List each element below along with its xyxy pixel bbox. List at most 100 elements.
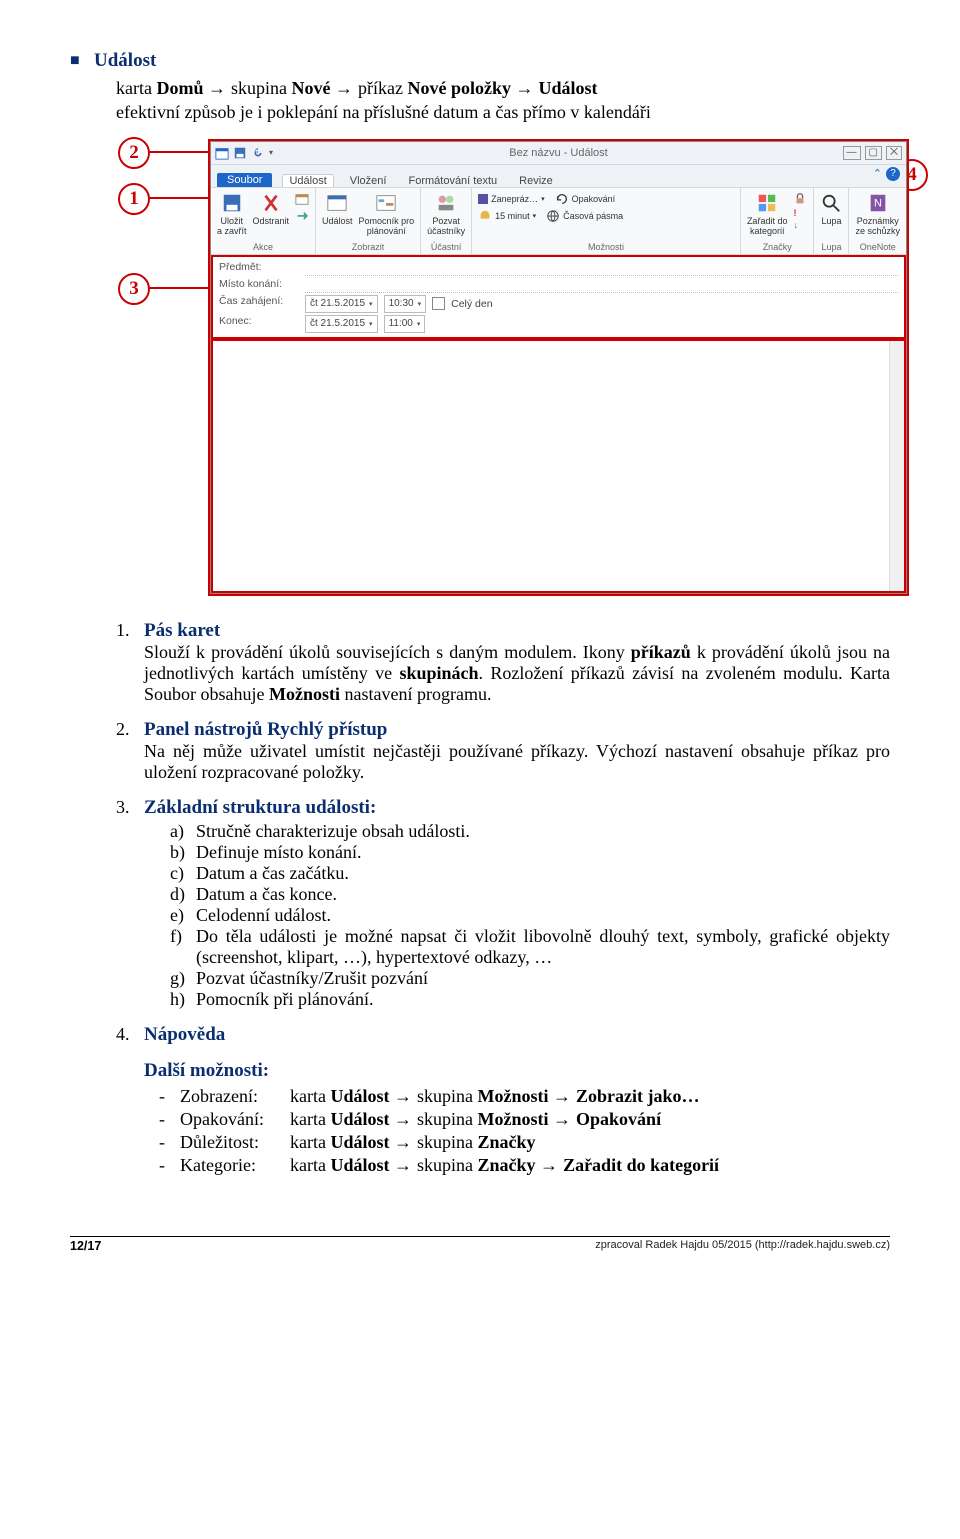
timezones-button[interactable]: Časová pásma [546,209,623,223]
callout-line [148,287,210,289]
ribbon: Uložit a zavřít Odstranit Akce [211,187,906,255]
callout-1: 1 [118,183,150,215]
save-close-button[interactable]: Uložit a zavřít [217,192,247,236]
bullet-icon: ■ [70,50,94,70]
t: Zařadit do kategorií [563,1155,719,1175]
window-title: Bez názvu - Událost [509,147,607,159]
p: Na něj může uživatel umístit nejčastěji … [144,741,890,782]
group-label: Akce [253,242,273,252]
start-time-input[interactable]: 10:30▾ [384,295,427,313]
group-moznosti: Zanepráz…▾ Opakování 15 minut▾ Časová pá… [472,188,741,254]
categorize-button[interactable]: Zařadit do kategorií [747,192,788,236]
tab-file[interactable]: Soubor [217,173,272,187]
calendar-button[interactable] [295,192,309,206]
k: Důležitost: [180,1132,290,1153]
li-text: Celodenní událost. [196,905,331,926]
reminder-dropdown[interactable]: 15 minut▾ [478,209,536,223]
zoom-button[interactable]: Lupa [820,192,842,226]
group-ucastnici: Pozvat účastníky Účastní [421,188,472,254]
li-text: Definuje místo konání. [196,842,361,863]
t: karta [290,1086,330,1106]
save-icon [233,146,247,160]
label: Zanepráz… [491,194,538,204]
group-label: Lupa [821,242,841,252]
list-item: 3. Základní struktura události: a)Stručn… [116,797,890,1010]
allday-checkbox[interactable] [432,297,445,310]
p: nastavení programu. [340,684,491,704]
group-label: Účastní [431,242,462,252]
window-titlebar: ▾ Bez názvu - Událost — ▢ ⨉ [211,142,906,165]
end-date-input[interactable]: čt 21.5.2015▾ [305,315,378,333]
help-area: ⌃ ? [873,167,900,181]
arrow-icon: → [516,78,539,98]
footer-credit: zpracoval Radek Hajdu 05/2015 (http://ra… [595,1239,890,1253]
t: Značky [478,1132,536,1152]
t: karta [290,1109,330,1129]
location-input[interactable] [305,278,898,293]
label: Pomocník pro plánování [359,216,415,236]
tab-insert[interactable]: Vložení [344,175,393,187]
forward-button[interactable] [295,208,309,222]
group-lupa: Lupa Lupa [814,188,849,254]
label: Časová pásma [563,211,623,221]
tab-review[interactable]: Revize [513,175,559,187]
li-text: Pozvat účastníky/Zrušit pozvání [196,968,428,989]
subline-2: efektivní způsob je i poklepání na přísl… [116,100,890,124]
dash-list: -Zobrazení: karta Událost → skupina Možn… [144,1086,890,1176]
planner-button[interactable]: Pomocník pro plánování [359,192,415,236]
callout-line [148,197,210,199]
group-label: OneNote [860,242,896,252]
importance-high-button[interactable]: ! [793,208,807,218]
close-icon[interactable]: ⨉ [886,146,902,160]
li-text: Datum a čas konce. [196,884,337,905]
end-time-input[interactable]: 11:00▾ [384,315,426,333]
li-text: Stručně charakterizuje obsah události. [196,821,470,842]
end-label: Konec: [219,315,299,333]
delete-button[interactable]: Odstranit [253,192,290,226]
list-item: 4. Nápověda [116,1024,890,1046]
k: Opakování: [180,1109,290,1130]
t: Možnosti [478,1109,549,1129]
t: Možnosti [478,1086,549,1106]
importance-low-button[interactable]: ↓ [793,220,807,230]
tab-format[interactable]: Formátování textu [402,175,503,187]
item-title: Panel nástrojů Rychlý přístup [144,719,387,740]
body-textarea[interactable] [211,339,906,593]
t: Událost [539,78,598,98]
ribbon-tabs: Soubor Událost Vložení Formátování textu… [211,165,906,187]
minimize-icon[interactable]: — [843,146,861,160]
t: karta [116,78,156,98]
callout-line [148,151,210,153]
label: Odstranit [253,216,290,226]
li-text: Pomocník při plánování. [196,989,373,1010]
maximize-icon[interactable]: ▢ [865,146,882,160]
help-icon[interactable]: ? [886,167,900,181]
calendar-icon [215,146,229,160]
subject-input[interactable] [305,261,898,276]
item-title: Základní struktura události: [144,797,376,818]
li-text: Do těla události je možné napsat či vlož… [196,926,890,968]
repeat-button[interactable]: Opakování [555,192,616,206]
collapse-icon[interactable]: ⌃ [873,167,882,180]
p: Slouží k provádění úkolů souvisejících s… [144,642,631,662]
callout-3: 3 [118,273,150,305]
start-date-input[interactable]: čt 21.5.2015▾ [305,295,378,313]
t: skupina [417,1155,478,1175]
further-heading: Další možnosti: [144,1060,890,1082]
window-controls[interactable]: — ▢ ⨉ [843,142,902,164]
label: Uložit a zavřít [217,216,247,236]
subject-label: Předmět: [219,261,299,276]
invite-button[interactable]: Pozvat účastníky [427,192,465,236]
p: příkazů [631,642,691,662]
quick-access-toolbar[interactable]: ▾ [215,142,273,164]
private-button[interactable] [793,192,807,206]
event-button[interactable]: Událost [322,192,353,226]
t: Opakování [576,1109,661,1129]
list-item: 2. Panel nástrojů Rychlý přístup Na něj … [116,719,890,783]
figure-wrap: 2 1 3 4 h g a b c e d f ▾ Bez názvu - Ud [70,141,890,594]
svg-text:N: N [874,197,882,209]
onenote-button[interactable]: N Poznámky ze schůzky [855,192,900,236]
busy-dropdown[interactable]: Zanepráz…▾ [478,192,545,206]
tab-event[interactable]: Událost [282,174,333,187]
dash-row: -Důležitost: karta Událost → skupina Zna… [144,1132,890,1153]
